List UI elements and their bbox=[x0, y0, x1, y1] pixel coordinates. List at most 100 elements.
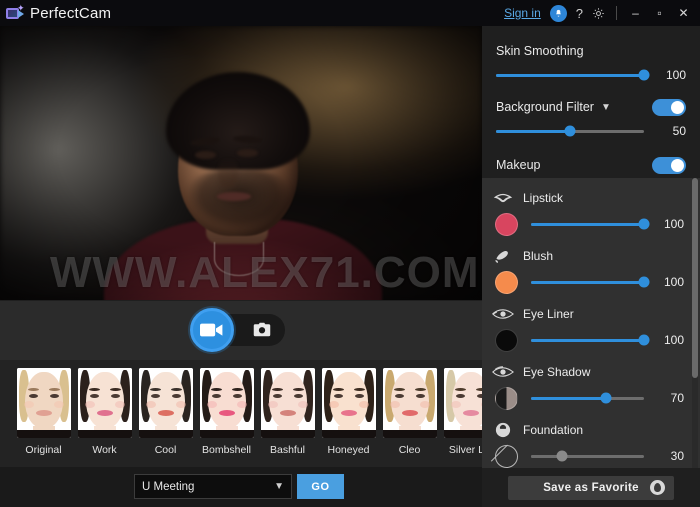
makeup-item-slider[interactable] bbox=[531, 334, 650, 346]
makeup-item-header: Blush bbox=[492, 245, 684, 266]
makeup-item-value: 70 bbox=[670, 391, 684, 405]
skin-smoothing-header: Skin Smoothing bbox=[496, 40, 686, 62]
preset-item[interactable]: Cool bbox=[135, 360, 196, 456]
makeup-item-label: Eye Liner bbox=[523, 306, 574, 321]
makeup-header[interactable]: Makeup bbox=[496, 154, 686, 176]
makeup-item-header: Lipstick bbox=[492, 187, 684, 208]
makeup-item-slider-row[interactable]: 100 bbox=[492, 208, 684, 240]
preset-thumbnail[interactable] bbox=[199, 368, 254, 438]
maximize-button[interactable]: ▫ bbox=[652, 6, 667, 20]
makeup-item-slider-row[interactable]: 70 bbox=[492, 382, 684, 414]
skin-smoothing-label: Skin Smoothing bbox=[496, 44, 584, 58]
preset-strip[interactable]: Original Work Cool Bombshell Bashful Honeyed C… bbox=[0, 360, 482, 467]
go-button[interactable]: GO bbox=[297, 474, 344, 499]
preset-item[interactable]: Honeyed bbox=[318, 360, 379, 456]
background-filter-value: 50 bbox=[672, 124, 686, 138]
preset-thumbnail[interactable] bbox=[321, 368, 376, 438]
preview-vignette bbox=[0, 26, 482, 300]
save-as-favorite-button[interactable]: Save as Favorite bbox=[508, 475, 674, 500]
sign-in-link[interactable]: Sign in bbox=[504, 6, 541, 20]
preset-label: Bashful bbox=[269, 444, 306, 456]
makeup-item-label: Blush bbox=[523, 248, 554, 263]
foundation-color-swatch[interactable] bbox=[495, 444, 518, 468]
panel-top-section: Skin Smoothing 100 Background Filter ▼ 5… bbox=[482, 26, 700, 176]
favorite-face-icon bbox=[650, 479, 665, 495]
preset-item[interactable]: Bashful bbox=[257, 360, 318, 456]
help-icon[interactable]: ? bbox=[576, 7, 583, 20]
blush-brush-icon bbox=[492, 249, 514, 263]
video-preview[interactable]: WWW.ALEX71.COM bbox=[0, 26, 482, 300]
save-as-favorite-label: Save as Favorite bbox=[543, 481, 639, 494]
makeup-item: Blush 100 bbox=[482, 245, 700, 298]
preset-label: Bombshell bbox=[201, 444, 252, 456]
makeup-item-slider[interactable] bbox=[531, 276, 650, 288]
app-select[interactable]: U Meeting ▼ bbox=[134, 474, 292, 499]
lips-icon bbox=[492, 191, 514, 205]
makeup-item: Eye Liner 100 bbox=[482, 303, 700, 356]
close-button[interactable]: ✕ bbox=[676, 6, 691, 20]
makeup-item-slider[interactable] bbox=[531, 392, 644, 404]
capture-bar bbox=[0, 300, 482, 360]
lipstick-color-swatch[interactable] bbox=[495, 212, 518, 236]
makeup-item-value: 100 bbox=[663, 333, 684, 347]
app-select-value: U Meeting bbox=[142, 480, 195, 493]
preset-label: Cool bbox=[154, 444, 177, 456]
preset-label: Original bbox=[25, 444, 62, 456]
preset-item[interactable]: Work bbox=[74, 360, 135, 456]
makeup-item: Foundation 30 bbox=[482, 419, 700, 468]
preset-item[interactable]: Original bbox=[13, 360, 74, 456]
blush-color-swatch[interactable] bbox=[495, 270, 518, 294]
preset-thumbnail[interactable] bbox=[443, 368, 482, 438]
skin-smoothing-value: 100 bbox=[665, 68, 686, 82]
preset-thumbnail[interactable] bbox=[382, 368, 437, 438]
preset-thumbnail[interactable] bbox=[77, 368, 132, 438]
makeup-item-label: Foundation bbox=[523, 422, 584, 437]
preset-item[interactable]: Bombshell bbox=[196, 360, 257, 456]
makeup-item-value: 100 bbox=[663, 275, 684, 289]
background-filter-header[interactable]: Background Filter ▼ bbox=[496, 96, 686, 118]
preset-thumbnail[interactable] bbox=[16, 368, 71, 438]
gear-icon[interactable] bbox=[592, 7, 605, 20]
divider bbox=[616, 6, 617, 20]
photo-camera-icon[interactable] bbox=[252, 321, 272, 338]
video-camera-icon[interactable] bbox=[190, 308, 234, 352]
makeup-item-slider-row[interactable]: 100 bbox=[492, 266, 684, 298]
preset-thumbnail[interactable] bbox=[138, 368, 193, 438]
eye-shadow-color-swatch[interactable] bbox=[495, 386, 518, 410]
background-filter-slider-row[interactable]: 50 bbox=[496, 118, 686, 144]
makeup-scrollbar[interactable] bbox=[692, 178, 698, 468]
title-bar-controls: Sign in ? – ▫ ✕ bbox=[504, 4, 700, 22]
makeup-item: Eye Shadow 70 bbox=[482, 361, 700, 414]
preset-label: Silver Lin bbox=[448, 444, 482, 456]
preset-item[interactable]: Cleo bbox=[379, 360, 440, 456]
eye-liner-icon bbox=[492, 307, 514, 321]
background-filter-label: Background Filter bbox=[496, 100, 594, 114]
makeup-label: Makeup bbox=[496, 158, 541, 172]
makeup-toggle[interactable] bbox=[652, 156, 686, 174]
makeup-item-header: Eye Shadow bbox=[492, 361, 684, 382]
bell-icon[interactable] bbox=[549, 4, 567, 22]
makeup-item-header: Eye Liner bbox=[492, 303, 684, 324]
background-filter-slider[interactable] bbox=[496, 125, 644, 137]
makeup-item-slider-row[interactable]: 30 bbox=[492, 440, 684, 468]
scrollbar-thumb[interactable] bbox=[692, 178, 698, 378]
makeup-item-label: Eye Shadow bbox=[523, 364, 591, 379]
makeup-item-slider-row[interactable]: 100 bbox=[492, 324, 684, 356]
makeup-item: Lipstick 100 bbox=[482, 187, 700, 240]
skin-smoothing-slider[interactable] bbox=[496, 69, 650, 81]
perfectcam-window: ✦ PerfectCam Sign in ? – ▫ ✕ WWW.ALEX71.… bbox=[0, 0, 700, 507]
makeup-item-value: 100 bbox=[663, 217, 684, 231]
skin-smoothing-slider-row[interactable]: 100 bbox=[496, 62, 686, 88]
eye-liner-color-swatch[interactable] bbox=[495, 328, 518, 352]
makeup-item-slider[interactable] bbox=[531, 218, 650, 230]
preset-thumbnail[interactable] bbox=[260, 368, 315, 438]
chevron-down-icon[interactable]: ▼ bbox=[601, 102, 611, 113]
preset-label: Honeyed bbox=[327, 444, 370, 456]
minimize-button[interactable]: – bbox=[628, 6, 643, 20]
preset-item[interactable]: Silver Lin bbox=[440, 360, 482, 456]
makeup-item-slider[interactable] bbox=[531, 450, 644, 462]
background-filter-toggle[interactable] bbox=[652, 98, 686, 116]
panel-notch bbox=[490, 178, 510, 179]
makeup-options-panel: Lipstick 100 Blush 100 Eye Liner 100 Eye Shado… bbox=[482, 178, 700, 468]
preset-label: Work bbox=[92, 444, 117, 456]
